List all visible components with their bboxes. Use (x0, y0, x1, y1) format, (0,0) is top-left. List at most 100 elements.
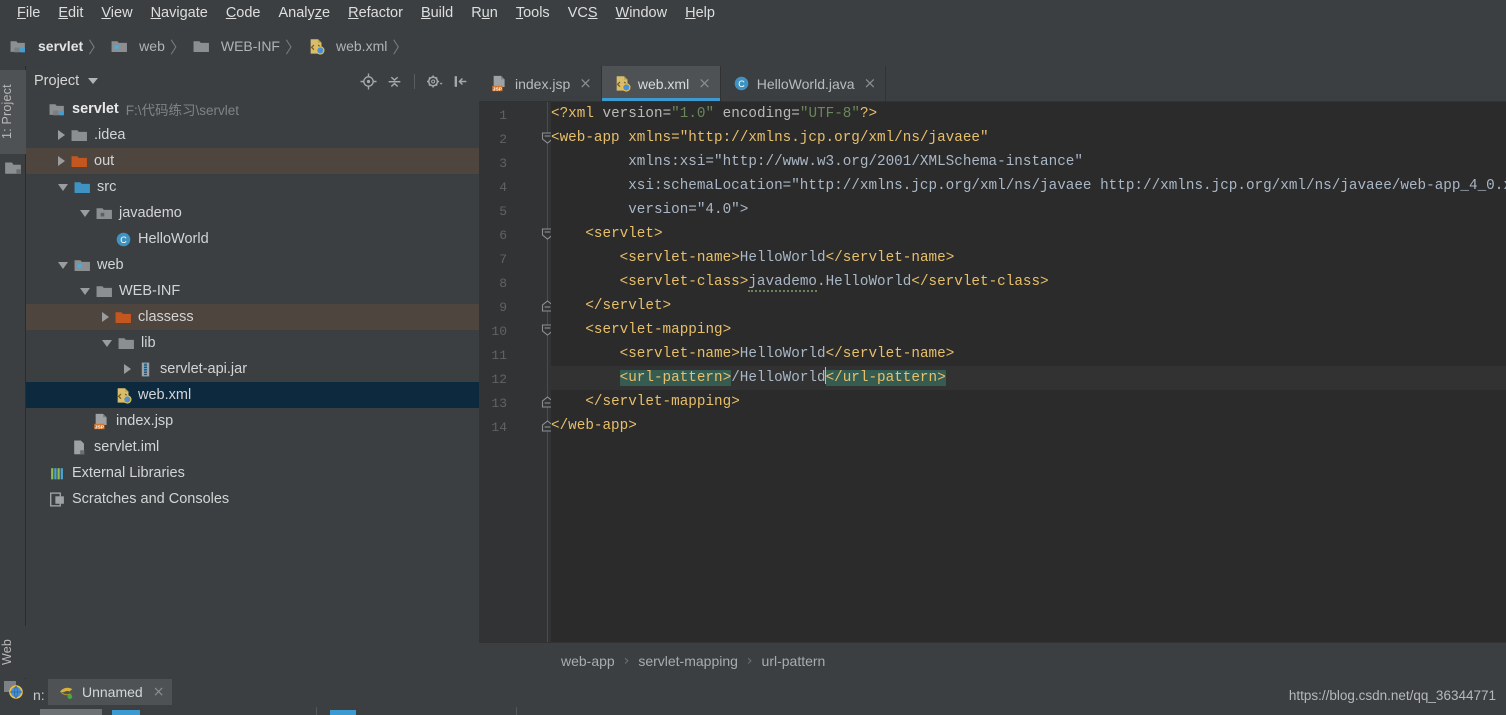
code-line-1[interactable]: <?xml version="1.0" encoding="UTF-8"?> (551, 102, 1506, 126)
tree-node-out[interactable]: out (26, 148, 479, 174)
editor-tab-index-jsp[interactable]: JSP index.jsp × (479, 66, 602, 101)
tree-node-web[interactable]: web (26, 252, 479, 278)
editor-area: JSP index.jsp × web.xml × C HelloWorld.java × 1… (479, 66, 1506, 679)
tree-node-label: servlet (72, 101, 119, 117)
breadcrumb-item-web-inf[interactable]: WEB-INF (193, 38, 280, 55)
menu-item-window[interactable]: Window (607, 3, 677, 23)
code-line-2[interactable]: <web-app xmlns="http://xmlns.jcp.org/xml… (551, 126, 1506, 150)
tree-node-label: External Libraries (72, 465, 185, 481)
menu-item-file[interactable]: File (8, 3, 49, 23)
line-number: 5 (499, 204, 507, 219)
project-tool-window: Project servlet F:\代码练习\servlet .idea ou… (26, 66, 479, 679)
menu-item-refactor[interactable]: Refactor (339, 3, 412, 23)
locate-icon[interactable] (360, 73, 377, 90)
tree-node-helloworld[interactable]: C HelloWorld (26, 226, 479, 252)
chevron-down-icon[interactable] (102, 339, 112, 347)
collapse-all-icon[interactable] (386, 73, 403, 90)
module-icon (5, 162, 21, 174)
tree-node-servlet-api-jar[interactable]: servlet-api.jar (26, 356, 479, 382)
code-editor[interactable]: 1 2 3 4 5 6 7 8 9 10 11 12 13 14 <?xml version="1.0" … (479, 102, 1506, 642)
close-icon[interactable]: × (698, 76, 711, 91)
close-icon[interactable]: × (579, 76, 592, 91)
tool-window-button-project[interactable]: 1: Project (0, 70, 26, 154)
code-line-9[interactable]: </servlet> (551, 294, 1506, 318)
left-tool-strip: 1: Project Web (0, 66, 26, 702)
project-tree[interactable]: servlet F:\代码练习\servlet .idea out src javadem… (26, 96, 479, 679)
tree-node-external-libraries[interactable]: External Libraries (26, 460, 479, 486)
status-chip-1[interactable] (40, 709, 102, 715)
editor-breadcrumb-url-pattern[interactable]: url-pattern (762, 653, 826, 669)
line-number: 11 (491, 348, 507, 363)
breadcrumb-item-web[interactable]: web (111, 38, 165, 55)
tree-node-label: classess (138, 309, 194, 325)
menu-item-tools[interactable]: Tools (507, 3, 559, 23)
tree-node-web-xml[interactable]: web.xml (26, 382, 479, 408)
menu-item-help[interactable]: Help (676, 3, 724, 23)
tree-node-lib[interactable]: lib (26, 330, 479, 356)
breadcrumb-separator: 〉 (392, 38, 409, 57)
breadcrumb-item-web-xml[interactable]: web.xml (308, 38, 387, 55)
editor-tab-helloworld-java[interactable]: C HelloWorld.java × (721, 66, 887, 101)
menu-item-analyze[interactable]: Analyze (270, 3, 340, 23)
close-icon[interactable]: × (864, 76, 877, 91)
menu-item-code[interactable]: Code (217, 3, 270, 23)
chevron-right-icon[interactable] (102, 312, 109, 322)
web-folder-icon (74, 259, 90, 271)
editor-breadcrumb-servlet-mapping[interactable]: servlet-mapping (638, 653, 738, 669)
tree-node-src[interactable]: src (26, 174, 479, 200)
line-number: 6 (499, 228, 507, 243)
chevron-right-icon[interactable] (124, 364, 131, 374)
chevron-down-icon[interactable] (58, 183, 68, 191)
code-line-8[interactable]: <servlet-class>javademo.HelloWorld</serv… (551, 270, 1506, 294)
code-line-5[interactable]: version="4.0"> (551, 198, 1506, 222)
menu-item-view[interactable]: View (92, 3, 141, 23)
menu-item-navigate[interactable]: Navigate (142, 3, 217, 23)
code-line-11[interactable]: <servlet-name>HelloWorld</servlet-name> (551, 342, 1506, 366)
editor-breadcrumb-web-app[interactable]: web-app (561, 653, 615, 669)
project-panel-header: Project (26, 66, 479, 96)
tool-window-button-web[interactable]: Web (0, 626, 26, 678)
line-number: 10 (491, 324, 507, 339)
chevron-right-icon[interactable] (58, 130, 65, 140)
code-line-12[interactable]: <url-pattern>/HelloWorld</url-pattern> (551, 366, 1506, 390)
menu-item-vcs[interactable]: VCS (559, 3, 607, 23)
tree-node--idea[interactable]: .idea (26, 122, 479, 148)
tree-node-scratches-and-consoles[interactable]: Scratches and Consoles (26, 486, 479, 512)
status-divider-1 (316, 707, 317, 715)
breadcrumb-item-servlet[interactable]: servlet (10, 38, 83, 55)
code-line-4[interactable]: xsi:schemaLocation="http://xmlns.jcp.org… (551, 174, 1506, 198)
code-line-6[interactable]: <servlet> (551, 222, 1506, 246)
tree-node-classess[interactable]: classess (26, 304, 479, 330)
code-line-14[interactable]: </web-app> (551, 414, 1506, 438)
chevron-down-icon[interactable] (88, 78, 99, 84)
code-line-10[interactable]: <servlet-mapping> (551, 318, 1506, 342)
code-line-7[interactable]: <servlet-name>HelloWorld</servlet-name> (551, 246, 1506, 270)
tree-node-web-inf[interactable]: WEB-INF (26, 278, 479, 304)
tree-node-index-jsp[interactable]: JSP index.jsp (26, 408, 479, 434)
fold-track (547, 102, 548, 642)
close-icon[interactable]: × (153, 684, 165, 700)
breadcrumb-label: web (139, 38, 165, 54)
chevron-down-icon[interactable] (80, 287, 90, 295)
tree-node-servlet[interactable]: servlet F:\代码练习\servlet (26, 96, 479, 122)
watermark-url: https://blog.csdn.net/qq_36344771 (1288, 688, 1496, 703)
editor-gutter[interactable]: 1 2 3 4 5 6 7 8 9 10 11 12 13 14 (479, 102, 554, 642)
hide-panel-icon[interactable] (452, 73, 469, 90)
chevron-down-icon[interactable] (58, 261, 68, 269)
code-line-3[interactable]: xmlns:xsi="http://www.w3.org/2001/XMLSch… (551, 150, 1506, 174)
menu-item-build[interactable]: Build (412, 3, 462, 23)
run-configuration-tab[interactable]: Unnamed × (48, 679, 173, 705)
tree-node-label: javademo (119, 205, 182, 221)
scratches-icon (50, 491, 64, 507)
code-text[interactable]: <?xml version="1.0" encoding="UTF-8"?> <w… (551, 102, 1506, 642)
gear-icon[interactable] (426, 73, 443, 90)
menu-item-edit[interactable]: Edit (49, 3, 92, 23)
tree-node-javademo[interactable]: javademo (26, 200, 479, 226)
chevron-right-icon[interactable] (58, 156, 65, 166)
tree-node-servlet-iml[interactable]: servlet.iml (26, 434, 479, 460)
code-line-13[interactable]: </servlet-mapping> (551, 390, 1506, 414)
chevron-down-icon[interactable] (80, 209, 90, 217)
line-number: 4 (499, 180, 507, 195)
menu-item-run[interactable]: Run (462, 3, 507, 23)
editor-tab-web-xml[interactable]: web.xml × (601, 66, 721, 101)
